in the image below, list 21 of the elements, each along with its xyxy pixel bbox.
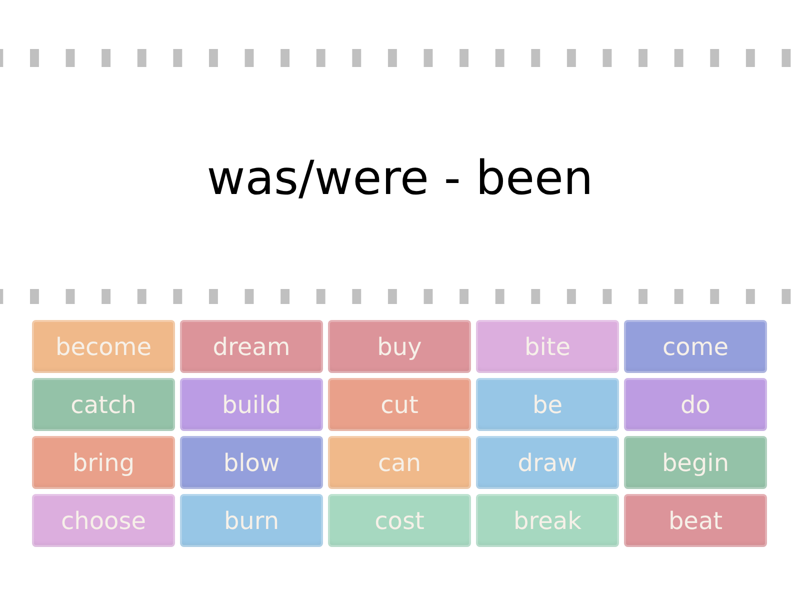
word-tile[interactable]: catch xyxy=(32,378,175,431)
word-tile[interactable]: begin xyxy=(624,436,767,489)
word-tile[interactable]: bring xyxy=(32,436,175,489)
word-tile[interactable]: come xyxy=(624,320,767,373)
word-tile[interactable]: buy xyxy=(328,320,471,373)
prompt-heading: was/were - been xyxy=(206,150,594,206)
word-tile[interactable]: build xyxy=(180,378,323,431)
word-tile[interactable]: be xyxy=(476,378,619,431)
word-tile[interactable]: choose xyxy=(32,494,175,547)
word-tile[interactable]: do xyxy=(624,378,767,431)
word-tile[interactable]: dream xyxy=(180,320,323,373)
word-tile[interactable]: break xyxy=(476,494,619,547)
word-tile[interactable]: cost xyxy=(328,494,471,547)
word-tile[interactable]: burn xyxy=(180,494,323,547)
word-tile[interactable]: beat xyxy=(624,494,767,547)
word-tile[interactable]: bite xyxy=(476,320,619,373)
word-tile[interactable]: can xyxy=(328,436,471,489)
word-tile[interactable]: become xyxy=(32,320,175,373)
word-tile[interactable]: draw xyxy=(476,436,619,489)
word-tile[interactable]: blow xyxy=(180,436,323,489)
word-tile[interactable]: cut xyxy=(328,378,471,431)
